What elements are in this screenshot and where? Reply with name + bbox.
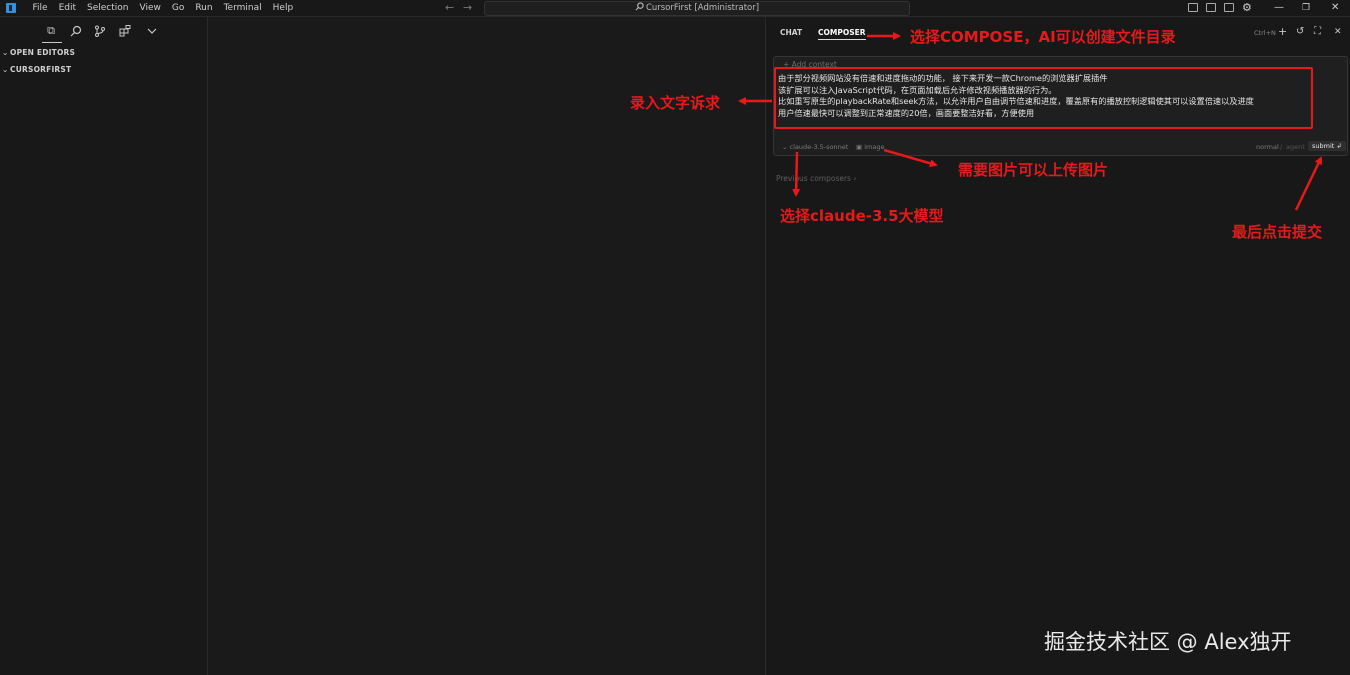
chevron-down-icon: ⌄ bbox=[2, 48, 9, 57]
history-icon[interactable]: ↺ bbox=[1296, 26, 1304, 38]
back-arrow-icon[interactable]: ← bbox=[445, 2, 454, 14]
annotation-model: 选择claude-3.5大模型 bbox=[780, 207, 944, 225]
section-open-editors[interactable]: ⌄ OPEN EDITORS bbox=[2, 48, 75, 57]
watermark: 掘金技术社区 @ Alex独开 bbox=[1044, 630, 1292, 654]
search-icon bbox=[635, 2, 644, 11]
model-label: claude-3.5-sonnet bbox=[789, 143, 849, 151]
plus-icon[interactable]: + bbox=[1278, 26, 1287, 38]
extensions-icon[interactable] bbox=[119, 25, 131, 37]
new-composer-shortcut: Ctrl+N bbox=[1254, 29, 1276, 37]
toggle-panel-icon[interactable] bbox=[1206, 3, 1216, 12]
section-cursorfirst[interactable]: ⌄ CURSORFIRST bbox=[2, 65, 71, 74]
section-cursorfirst-label: CURSORFIRST bbox=[10, 65, 72, 74]
submit-button[interactable]: submit ↲ bbox=[1308, 141, 1346, 151]
previous-composers-label: Previous composers bbox=[776, 174, 851, 183]
annotation-image: 需要图片可以上传图片 bbox=[958, 161, 1109, 179]
annotation-input: 录入文字诉求 bbox=[630, 94, 721, 112]
menu-help[interactable]: Help bbox=[267, 0, 299, 16]
active-view-indicator bbox=[42, 42, 62, 43]
tab-composer[interactable]: COMPOSER bbox=[818, 28, 866, 40]
editor-area[interactable] bbox=[208, 17, 766, 675]
restore-icon[interactable]: ❐ bbox=[1302, 0, 1310, 16]
close-panel-icon[interactable]: ✕ bbox=[1334, 26, 1342, 38]
annotation-input-highlight bbox=[774, 67, 1313, 129]
menu-go[interactable]: Go bbox=[166, 0, 189, 16]
toggle-sidebar-icon[interactable] bbox=[1188, 3, 1198, 12]
command-center[interactable]: CursorFirst [Administrator] bbox=[484, 1, 910, 16]
window-title: CursorFirst [Administrator] bbox=[645, 3, 760, 13]
title-bar: File Edit Selection View Go Run Terminal… bbox=[0, 0, 1350, 17]
chevron-icon: ⌄ bbox=[782, 143, 790, 151]
menu-run[interactable]: Run bbox=[190, 0, 218, 16]
submit-label: submit bbox=[1312, 142, 1335, 150]
app-logo-icon bbox=[6, 3, 16, 13]
previous-composers[interactable]: Previous composers › bbox=[776, 174, 856, 183]
close-window-icon[interactable]: ✕ bbox=[1331, 0, 1339, 16]
menu-view[interactable]: View bbox=[134, 0, 166, 16]
menu-file[interactable]: File bbox=[27, 0, 53, 16]
mode-separator: / bbox=[1280, 143, 1283, 151]
annotation-compose: 选择COMPOSE，AI可以创建文件目录 bbox=[910, 28, 1176, 46]
source-control-icon[interactable] bbox=[94, 25, 106, 37]
section-open-editors-label: OPEN EDITORS bbox=[10, 48, 76, 57]
forward-arrow-icon[interactable]: → bbox=[463, 2, 472, 14]
annotation-submit: 最后点击提交 bbox=[1232, 223, 1323, 241]
enter-icon: ↲ bbox=[1336, 142, 1342, 150]
maximize-icon[interactable]: ⛶ bbox=[1314, 26, 1321, 38]
mode-agent[interactable]: agent bbox=[1286, 143, 1305, 151]
image-upload-button[interactable]: ▣ image bbox=[856, 143, 884, 151]
image-icon: ▣ bbox=[856, 143, 865, 151]
search-icon[interactable] bbox=[70, 25, 82, 37]
settings-gear-icon[interactable]: ⚙ bbox=[1242, 0, 1252, 16]
menu-edit[interactable]: Edit bbox=[53, 0, 81, 16]
menu-terminal[interactable]: Terminal bbox=[218, 0, 267, 16]
menu-bar: File Edit Selection View Go Run Terminal… bbox=[27, 0, 299, 16]
minimize-icon[interactable]: — bbox=[1274, 0, 1284, 16]
chevron-down-icon[interactable] bbox=[146, 25, 158, 37]
sidebar-toolbar: ⧉ bbox=[0, 17, 207, 45]
toggle-secondary-sidebar-icon[interactable] bbox=[1224, 3, 1234, 12]
chevron-down-icon: ⌄ bbox=[2, 65, 9, 74]
image-label: image bbox=[864, 143, 885, 151]
menu-selection[interactable]: Selection bbox=[82, 0, 134, 16]
chevron-icon: › bbox=[853, 174, 857, 183]
tab-chat[interactable]: CHAT bbox=[780, 28, 802, 37]
explorer-icon[interactable]: ⧉ bbox=[45, 25, 57, 37]
model-selector[interactable]: ⌄ claude-3.5-sonnet bbox=[782, 143, 848, 151]
explorer-sidebar: ⧉ ⌄ OPEN EDITORS ⌄ CURSORFIRST bbox=[0, 17, 208, 675]
mode-normal[interactable]: normal bbox=[1256, 143, 1279, 151]
